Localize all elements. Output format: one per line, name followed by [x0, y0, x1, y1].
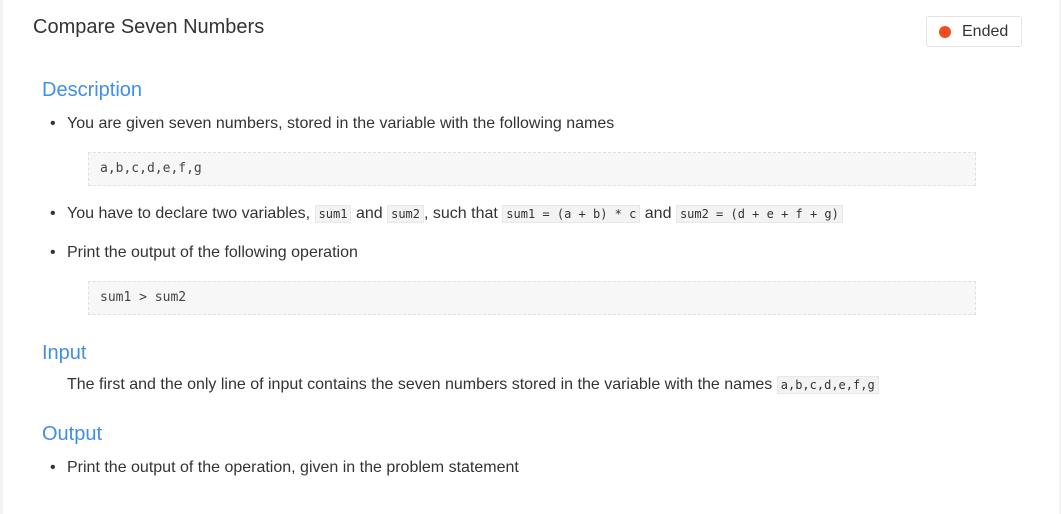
status-dot-icon [939, 25, 951, 38]
inline-code-sum1-formula: sum1 = (a + b) * c [502, 205, 641, 223]
inline-code-sum2: sum2 [387, 205, 424, 223]
input-text: The first and the only line of input con… [67, 376, 773, 393]
problem-title: Compare Seven Numbers [33, 16, 265, 38]
description-bullet-2: You have to declare two variables, sum1 … [50, 204, 843, 224]
input-heading: Input [42, 342, 87, 364]
input-description: The first and the only line of input con… [67, 375, 879, 395]
bullet2-text-such-that: , such that [424, 205, 498, 222]
status-label: Ended [962, 22, 1009, 40]
bullet2-text-and-2: and [644, 205, 672, 222]
bullet2-text-prefix: You have to declare two variables, [67, 205, 311, 222]
description-bullet-1: You are given seven numbers, stored in t… [50, 114, 614, 134]
description-bullet-3: Print the output of the following operat… [50, 243, 358, 263]
description-heading: Description [42, 79, 143, 101]
output-heading: Output [42, 423, 103, 445]
inline-code-sum1: sum1 [314, 205, 352, 223]
variables-code-block: a,b,c,d,e,f,g [88, 152, 976, 186]
inline-code-sum2-formula: sum2 = (d + e + f + g) [675, 205, 843, 223]
operation-code-block: sum1 > sum2 [88, 281, 976, 315]
input-inline-code: a,b,c,d,e,f,g [776, 376, 879, 394]
status-badge: Ended [926, 16, 1022, 47]
problem-panel: Compare Seven Numbers Ended Description … [3, 0, 1059, 514]
output-bullet: Print the output of the operation, given… [50, 458, 519, 478]
bullet2-text-and: and [355, 205, 383, 222]
